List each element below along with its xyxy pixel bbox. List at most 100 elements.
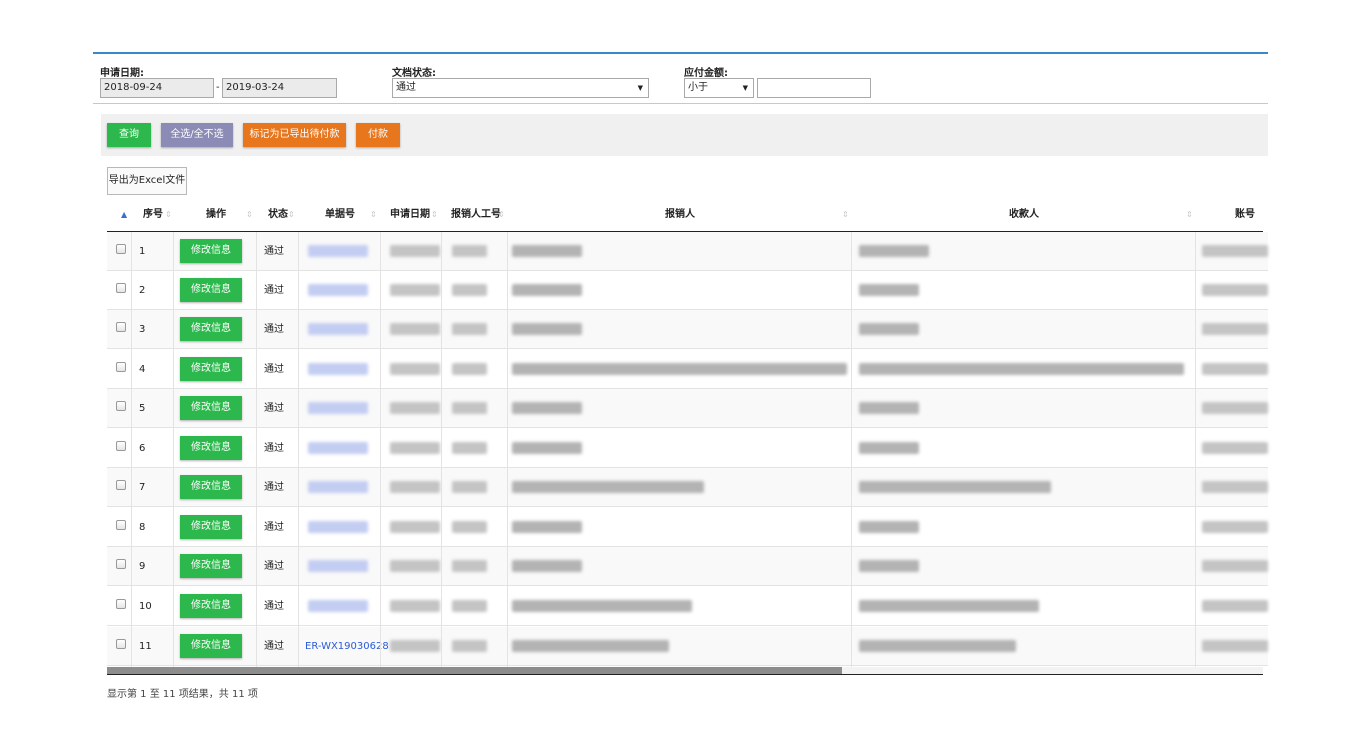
- column-divider: [441, 232, 442, 667]
- redacted-doc-no: [308, 245, 368, 257]
- redacted-account: [1202, 521, 1268, 533]
- table-row: 4 修改信息 通过: [107, 350, 1268, 389]
- redacted-doc-no: [308, 323, 368, 335]
- edit-info-button[interactable]: 修改信息: [180, 436, 242, 460]
- doc-number-link[interactable]: ER-WX19030628: [305, 627, 389, 666]
- edit-info-button[interactable]: 修改信息: [180, 515, 242, 539]
- row-checkbox[interactable]: [116, 639, 126, 649]
- redacted-employee-id: [452, 600, 487, 612]
- row-status: 通过: [264, 443, 284, 454]
- amount-input[interactable]: [757, 78, 871, 98]
- redacted-payee: [859, 640, 1016, 652]
- redacted-date: [390, 363, 440, 375]
- column-header-claimant[interactable]: 报销人: [660, 202, 700, 228]
- end-date-field[interactable]: 2019-03-24: [222, 78, 337, 98]
- column-header-doc-no[interactable]: 单据号: [318, 202, 362, 228]
- column-header-account[interactable]: 账号: [1230, 202, 1260, 228]
- redacted-account: [1202, 323, 1268, 335]
- column-divider: [298, 232, 299, 667]
- sort-icon[interactable]: ⇕: [842, 210, 849, 220]
- redacted-claimant: [512, 245, 582, 257]
- row-number: 9: [139, 561, 146, 572]
- table-row: 7 修改信息 通过: [107, 468, 1268, 507]
- start-date-field[interactable]: 2018-09-24: [100, 78, 214, 98]
- status-select[interactable]: 通过 ▼: [392, 78, 649, 98]
- row-checkbox[interactable]: [116, 283, 126, 293]
- sort-icon[interactable]: ⇕: [431, 210, 438, 220]
- date-range-separator: -: [216, 82, 220, 93]
- date-filter-label: 申请日期:: [100, 68, 144, 79]
- row-checkbox[interactable]: [116, 559, 126, 569]
- horizontal-scrollbar-thumb[interactable]: [107, 667, 842, 674]
- row-status: 通过: [264, 364, 284, 375]
- row-checkbox[interactable]: [116, 362, 126, 372]
- edit-info-button[interactable]: 修改信息: [180, 634, 242, 658]
- column-header-employee-id[interactable]: 报销人工号: [451, 202, 501, 228]
- redacted-claimant: [512, 284, 582, 296]
- sort-icon[interactable]: ⇕: [1186, 210, 1193, 220]
- redacted-claimant: [512, 363, 847, 375]
- edit-info-button[interactable]: 修改信息: [180, 475, 242, 499]
- row-checkbox[interactable]: [116, 441, 126, 451]
- sort-icon[interactable]: ⇕: [288, 210, 295, 220]
- row-status: 通过: [264, 601, 284, 612]
- edit-info-button[interactable]: 修改信息: [180, 239, 242, 263]
- top-divider: [93, 52, 1268, 54]
- amount-operator-value: 小于: [688, 82, 708, 93]
- redacted-account: [1202, 640, 1268, 652]
- pay-button[interactable]: 付款: [356, 123, 400, 147]
- column-header-date[interactable]: 申请日期: [390, 202, 430, 228]
- row-number: 3: [139, 324, 146, 335]
- column-header-payee[interactable]: 收款人: [1004, 202, 1044, 228]
- filter-divider: [93, 103, 1268, 104]
- row-status: 通过: [264, 324, 284, 335]
- redacted-account: [1202, 363, 1268, 375]
- redacted-doc-no: [308, 560, 368, 572]
- edit-info-button[interactable]: 修改信息: [180, 278, 242, 302]
- row-number: 10: [139, 601, 152, 612]
- edit-info-button[interactable]: 修改信息: [180, 594, 242, 618]
- select-all-button[interactable]: 全选/全不选: [161, 123, 233, 147]
- redacted-employee-id: [452, 245, 487, 257]
- chevron-down-icon: ▼: [637, 84, 643, 92]
- redacted-employee-id: [452, 560, 487, 572]
- redacted-payee: [859, 560, 919, 572]
- redacted-doc-no: [308, 402, 368, 414]
- table-row: 8 修改信息 通过: [107, 508, 1268, 547]
- sort-icon[interactable]: ⇕: [370, 210, 377, 220]
- edit-info-button[interactable]: 修改信息: [180, 357, 242, 381]
- edit-info-button[interactable]: 修改信息: [180, 396, 242, 420]
- amount-operator-select[interactable]: 小于 ▼: [684, 78, 754, 98]
- row-checkbox[interactable]: [116, 520, 126, 530]
- redacted-doc-no: [308, 284, 368, 296]
- row-checkbox[interactable]: [116, 322, 126, 332]
- table-row: 5 修改信息 通过: [107, 389, 1268, 428]
- edit-info-button[interactable]: 修改信息: [180, 554, 242, 578]
- query-button[interactable]: 查询: [107, 123, 151, 147]
- edit-info-button[interactable]: 修改信息: [180, 317, 242, 341]
- sort-icon[interactable]: ⇕: [246, 210, 253, 220]
- redacted-payee: [859, 363, 1184, 375]
- mark-exported-button[interactable]: 标记为已导出待付款: [243, 123, 346, 147]
- row-checkbox[interactable]: [116, 480, 126, 490]
- redacted-employee-id: [452, 521, 487, 533]
- redacted-employee-id: [452, 442, 487, 454]
- redacted-account: [1202, 284, 1268, 296]
- sort-icon[interactable]: ⇕: [498, 210, 505, 220]
- chevron-down-icon: ▼: [742, 84, 748, 92]
- row-checkbox[interactable]: [116, 244, 126, 254]
- sort-asc-icon[interactable]: ▲: [121, 210, 127, 220]
- export-excel-button[interactable]: 导出为Excel文件: [107, 167, 187, 195]
- row-checkbox[interactable]: [116, 401, 126, 411]
- table-row: 3 修改信息 通过: [107, 310, 1268, 349]
- redacted-date: [390, 521, 440, 533]
- column-header-no[interactable]: 序号: [138, 202, 168, 228]
- redacted-employee-id: [452, 363, 487, 375]
- redacted-account: [1202, 442, 1268, 454]
- row-checkbox[interactable]: [116, 599, 126, 609]
- status-filter-label: 文档状态:: [392, 68, 436, 79]
- sort-icon[interactable]: ⇕: [165, 210, 172, 220]
- row-number: 2: [139, 285, 146, 296]
- redacted-account: [1202, 481, 1268, 493]
- column-header-action[interactable]: 操作: [196, 202, 236, 228]
